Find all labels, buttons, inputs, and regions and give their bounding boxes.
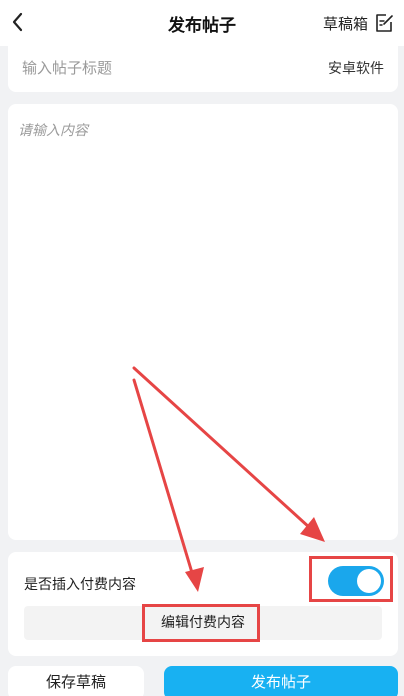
category-selector[interactable]: 安卓软件 bbox=[328, 58, 384, 78]
header-bar: 发布帖子 草稿箱 bbox=[0, 0, 404, 46]
annotation-box-toggle bbox=[309, 556, 393, 602]
content-card bbox=[8, 104, 398, 540]
drafts-label: 草稿箱 bbox=[322, 14, 368, 33]
publish-button[interactable]: 发布帖子 bbox=[164, 666, 398, 696]
title-card: 安卓软件 bbox=[8, 46, 398, 92]
paid-content-label: 是否插入付费内容 bbox=[24, 577, 136, 593]
drafts-button[interactable]: 草稿箱 bbox=[323, 10, 394, 36]
post-title-input[interactable] bbox=[22, 56, 292, 80]
annotation-box-edit-button bbox=[142, 604, 260, 642]
post-content-input[interactable] bbox=[18, 120, 388, 520]
edit-note-icon bbox=[376, 14, 393, 32]
save-draft-button[interactable]: 保存草稿 bbox=[8, 666, 144, 696]
